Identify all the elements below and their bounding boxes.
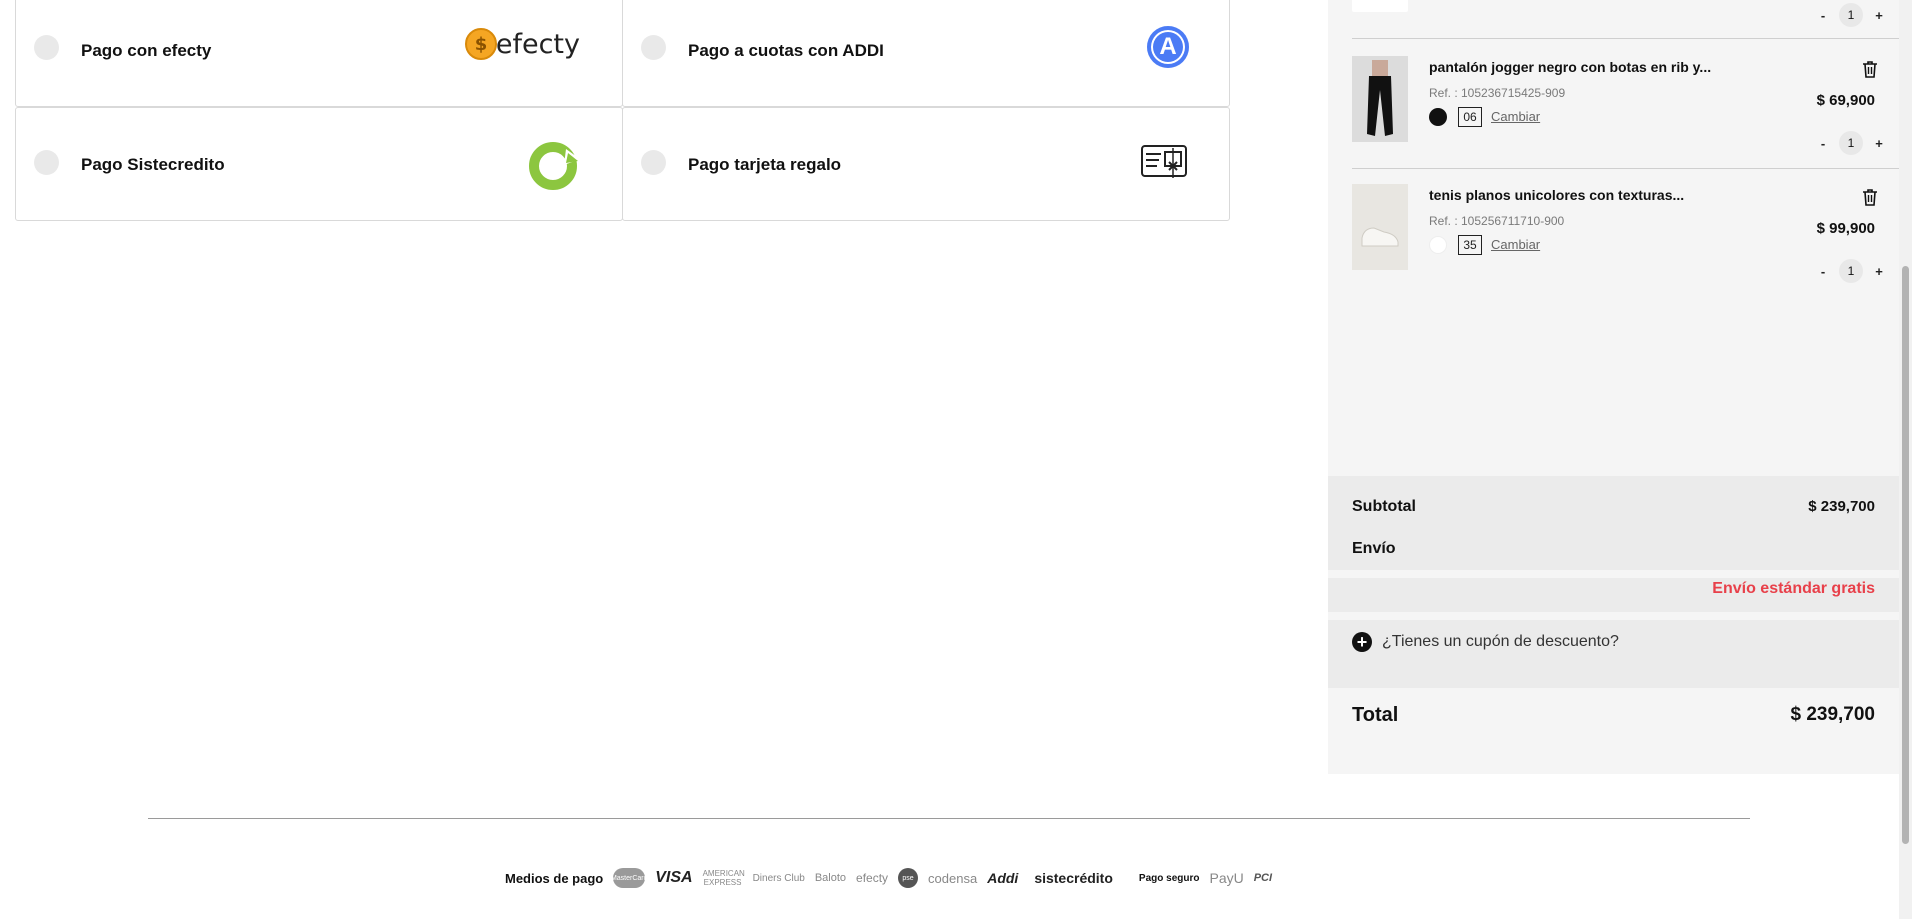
payment-option-gift-card[interactable]: Pago tarjeta regalo [622,107,1230,221]
payment-option-label: Pago con efecty [81,41,212,60]
trash-icon[interactable] [1862,188,1878,206]
baloto-logo: Baloto [814,872,847,884]
product-title[interactable]: pantalón jogger negro con botas en rib y… [1429,59,1711,75]
divider [1352,168,1899,169]
efecty-footer-logo: efecty [856,871,889,885]
gift-card-icon [1141,144,1187,180]
payment-option-label: Pago a cuotas con ADDI [688,41,884,60]
efecty-logo-text: efecty [495,28,580,60]
change-size-link[interactable]: Cambiar [1491,237,1540,252]
efecty-logo: $ efecty [464,27,580,61]
shipping-value: Envío estándar gratis [1712,580,1875,597]
qty-value: 1 [1839,259,1863,283]
quantity-stepper[interactable]: - 1 + [1817,259,1885,283]
pci-logo: PCI [1253,872,1273,884]
payment-option-sistecredito[interactable]: Pago Sistecredito [15,107,623,221]
efecty-coin-icon: $ [464,28,497,60]
divider [1352,38,1899,39]
plus-circle-icon: + [1352,632,1372,652]
visa-logo: VISA [655,869,693,886]
scrollbar-thumb[interactable] [1902,266,1909,844]
gift-card-svg [1141,145,1187,178]
addi-logo-badge: A [1147,26,1189,68]
cart-sidebar: - 1 + pantalón jogger negro con botas en… [1328,0,1899,774]
sistecredito-icon [529,142,580,190]
quantity-stepper[interactable]: - 1 + [1817,3,1885,27]
product-thumbnail[interactable] [1352,56,1408,142]
sneaker-image [1352,184,1408,270]
qty-plus-button[interactable]: + [1873,136,1885,151]
radio-efecty[interactable] [34,35,59,60]
subtotal-block: Subtotal $ 239,700 Envío [1328,476,1899,570]
total-value: $ 239,700 [1790,704,1875,725]
qty-plus-button[interactable]: + [1873,8,1885,23]
radio-addi[interactable] [641,35,666,60]
payment-methods-footer: Medios de pago MasterCard VISA AMERICAN … [505,864,1272,892]
radio-gift-card[interactable] [641,150,666,175]
qty-value: 1 [1839,131,1863,155]
coupon-label: ¿Tienes un cupón de descuento? [1382,633,1619,650]
total-label: Total [1352,704,1399,726]
product-price: $ 99,900 [1816,220,1875,237]
jogger-image [1352,56,1408,142]
shipping-label: Envío [1352,540,1396,557]
trash-icon[interactable] [1862,60,1878,78]
payment-option-addi[interactable]: Pago a cuotas con ADDI A [622,0,1230,107]
qty-value: 1 [1839,3,1863,27]
qty-minus-button[interactable]: - [1817,8,1829,23]
amex-logo: AMERICAN EXPRESS [702,869,745,887]
sistecredito-logo [528,141,580,191]
codensa-logo: codensa [928,870,978,886]
cart-item-partial: - 1 + [1352,0,1899,30]
product-ref: Ref. : 105236715425-909 [1429,86,1566,100]
cart-item: tenis planos unicolores con texturas... … [1352,184,1899,294]
qty-minus-button[interactable]: - [1817,136,1829,151]
product-thumbnail [1352,0,1408,12]
size-box: 35 [1458,235,1482,255]
qty-plus-button[interactable]: + [1873,264,1885,279]
coupon-toggle[interactable]: + ¿Tienes un cupón de descuento? [1352,632,1619,652]
mastercard-logo: MasterCard [611,868,648,888]
svg-text:$: $ [475,34,488,55]
secure-payment-label: Pago seguro [1138,872,1200,884]
quantity-stepper[interactable]: - 1 + [1817,131,1885,155]
diners-logo: Diners Club [752,872,805,884]
addi-logo: A [1147,26,1189,68]
shipping-block: Envío estándar gratis [1328,578,1899,612]
product-title[interactable]: tenis planos unicolores con texturas... [1429,187,1684,203]
sistecredito-footer-logo: sistecrédito [1034,870,1113,886]
payment-option-label: Pago tarjeta regalo [688,155,842,174]
payu-logo: PayU [1209,870,1244,886]
product-thumbnail[interactable] [1352,184,1408,270]
pse-logo: pse [898,868,919,888]
payment-option-efecty[interactable]: Pago con efecty $ efecty [15,0,623,107]
color-swatch [1429,108,1447,126]
product-price: $ 69,900 [1816,92,1875,109]
payment-methods-label: Medios de pago [505,870,604,886]
addi-footer-logo: Addi [987,870,1019,886]
coupon-block[interactable]: + ¿Tienes un cupón de descuento? [1328,620,1899,688]
qty-minus-button[interactable]: - [1817,264,1829,279]
subtotal-label: Subtotal [1352,498,1416,515]
change-size-link[interactable]: Cambiar [1491,109,1540,124]
payment-option-label: Pago Sistecredito [81,155,225,174]
footer-divider [148,818,1750,819]
scrollbar[interactable] [1899,0,1912,919]
subtotal-value: $ 239,700 [1808,498,1875,515]
cart-item: pantalón jogger negro con botas en rib y… [1352,56,1899,166]
color-swatch [1429,236,1447,254]
product-ref: Ref. : 105256711710-900 [1429,214,1565,228]
radio-sistecredito[interactable] [34,150,59,175]
size-box: 06 [1458,107,1482,127]
